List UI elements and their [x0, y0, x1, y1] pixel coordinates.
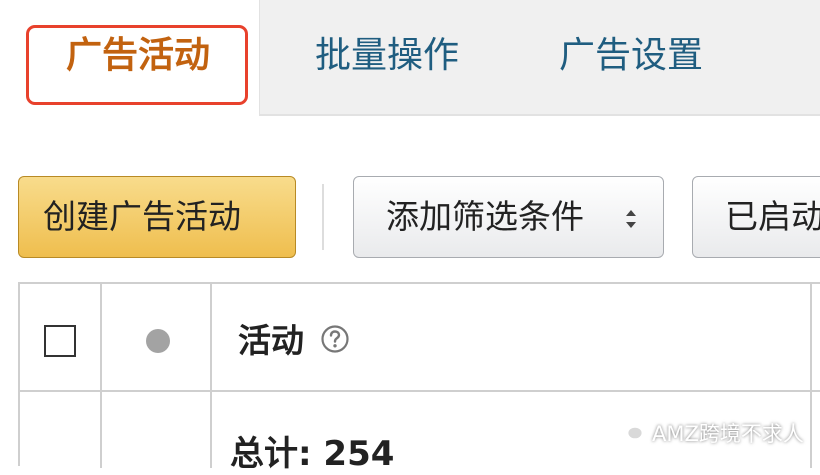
table-header-row: 活动 — [20, 284, 820, 392]
add-filter-dropdown[interactable]: 添加筛选条件 — [353, 176, 664, 258]
column-divider — [100, 284, 102, 468]
row-divider — [20, 390, 820, 392]
wechat-icon — [616, 419, 644, 441]
tab-campaigns-label: 广告活动 — [66, 35, 211, 76]
column-divider — [210, 284, 212, 468]
column-divider — [810, 284, 812, 468]
enabled-status-dropdown[interactable]: 已启动 — [692, 176, 820, 258]
total-count: 总计: 254 — [230, 434, 395, 474]
campaign-column-header[interactable]: 活动 — [238, 314, 304, 362]
tab-campaigns[interactable]: 广告活动 — [18, 0, 260, 116]
enabled-status-label: 已启动 — [725, 197, 820, 236]
question-circle-icon[interactable] — [320, 324, 350, 354]
create-campaign-label: 创建广告活动 — [43, 197, 241, 236]
create-campaign-button[interactable]: 创建广告活动 — [18, 176, 296, 258]
tab-bulk-operations[interactable]: 批量操作 — [315, 0, 459, 114]
add-filter-label: 添加筛选条件 — [386, 197, 584, 236]
tab-bar: 广告活动 批量操作 广告设置 — [18, 0, 820, 116]
tab-ad-settings[interactable]: 广告设置 — [559, 0, 703, 114]
status-dot-icon — [146, 329, 170, 353]
toolbar-divider — [322, 184, 324, 250]
select-all-checkbox[interactable] — [44, 325, 76, 357]
watermark-text: AMZ跨境不求人 — [652, 422, 804, 446]
up-down-chevron-icon — [626, 210, 636, 228]
